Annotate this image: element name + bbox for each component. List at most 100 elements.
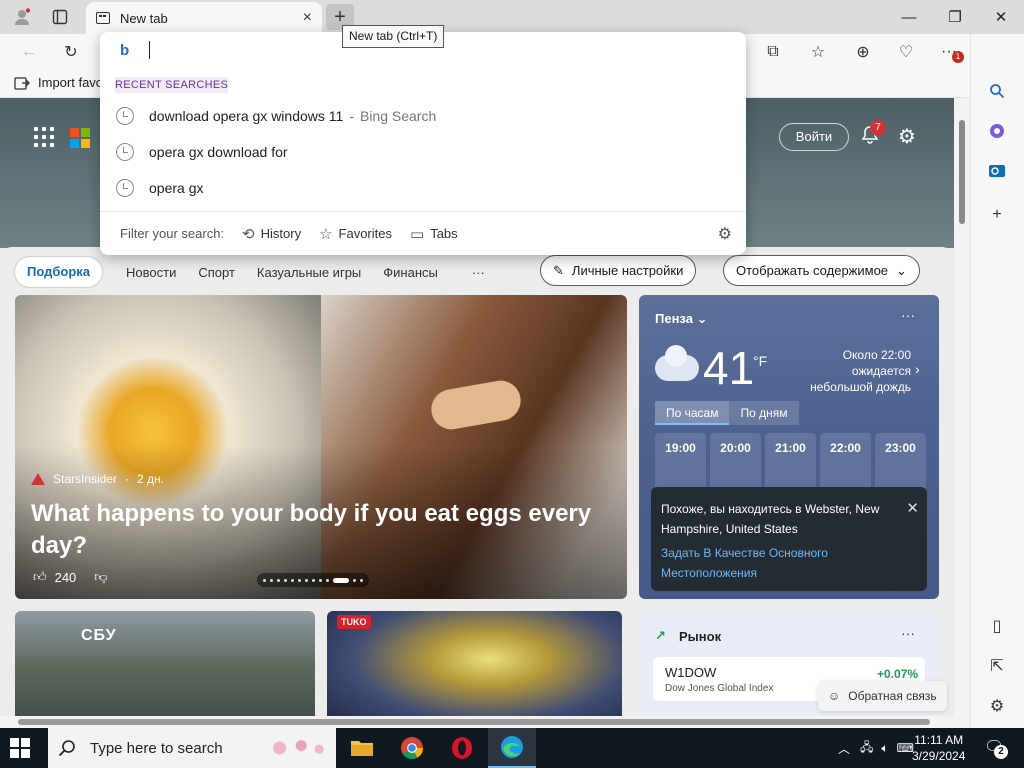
- search-highlight-art: [258, 736, 330, 760]
- edge-icon[interactable]: [488, 728, 536, 768]
- market-name: Dow Jones Global Index: [665, 683, 774, 694]
- hour-slot: 21:00: [765, 433, 816, 491]
- filter-tabs[interactable]: ▭ Tabs: [410, 225, 458, 243]
- weather-tabs: По часам По дням: [655, 401, 799, 425]
- dislike-icon[interactable]: 👎︎: [94, 569, 107, 585]
- recent-searches-header: RECENT SEARCHES: [115, 77, 229, 93]
- suggestion-item[interactable]: opera gx: [100, 170, 746, 206]
- close-icon[interactable]: ✕: [906, 499, 919, 517]
- source-separator: ·: [125, 472, 130, 486]
- title-bar: New tab × + — ❐ ✕: [0, 0, 1024, 34]
- taskbar-clock[interactable]: 11:11 AM 3/29/2024: [912, 732, 965, 764]
- tabs-icon: ▭: [410, 225, 425, 243]
- nav-tab-finance[interactable]: Финансы: [372, 265, 449, 280]
- sidebar-settings-icon[interactable]: ⚙: [982, 691, 1012, 721]
- market-more-button[interactable]: ···: [901, 625, 915, 641]
- refresh-button[interactable]: ↻: [56, 38, 86, 66]
- like-icon[interactable]: 👍︎: [33, 569, 47, 585]
- horizontal-scrollbar[interactable]: [0, 716, 954, 728]
- edge-sidebar: + ▯ ⇱ ⚙: [970, 34, 1024, 728]
- sidebar-toggle-icon[interactable]: ▯: [982, 611, 1012, 641]
- start-button[interactable]: [10, 738, 30, 758]
- chevron-up-icon[interactable]: ︿: [838, 740, 850, 757]
- open-external-icon[interactable]: ⇱: [982, 651, 1012, 681]
- minimize-button[interactable]: —: [886, 4, 932, 30]
- story-actions: 👍︎ 240 👎︎: [33, 569, 108, 585]
- location-popup: Похоже, вы находитесь в Webster, New Ham…: [651, 487, 927, 591]
- profile-icon[interactable]: [8, 4, 36, 30]
- search-icon: [58, 740, 75, 757]
- taskbar-search[interactable]: Type here to search: [48, 728, 336, 768]
- workspaces-icon[interactable]: [46, 4, 74, 30]
- history-icon: ⟲: [242, 225, 255, 243]
- app-launcher-icon[interactable]: [34, 127, 54, 147]
- browser-essentials-button[interactable]: ♡: [891, 38, 921, 66]
- personalize-button[interactable]: ✎ Личные настройки: [540, 255, 697, 286]
- notification-center-icon[interactable]: 🗨︎2: [984, 737, 1008, 759]
- outlook-icon[interactable]: [982, 156, 1012, 186]
- feed-nav: Подборка Новости Спорт Казуальные игры Ф…: [14, 255, 496, 289]
- vertical-scroll-thumb[interactable]: [959, 120, 965, 224]
- feedback-button[interactable]: ☺ Обратная связь: [818, 681, 947, 711]
- chrome-icon[interactable]: [388, 728, 436, 768]
- file-explorer-icon[interactable]: [338, 728, 386, 768]
- search-icon[interactable]: [982, 76, 1012, 106]
- gear-icon[interactable]: ⚙: [718, 224, 732, 244]
- notification-badge: 1: [952, 51, 964, 63]
- back-button[interactable]: ←: [14, 38, 44, 66]
- nav-tab-sport[interactable]: Спорт: [187, 265, 246, 280]
- like-count: 240: [54, 569, 77, 585]
- market-icon: ↗: [655, 628, 666, 643]
- carousel-dots[interactable]: [257, 573, 369, 587]
- story-age: 2 дн.: [137, 472, 165, 486]
- page-settings-icon[interactable]: ⚙: [898, 124, 916, 149]
- show-content-dropdown[interactable]: Отображать содержимое ⌄: [723, 255, 920, 286]
- network-icon[interactable]: 🖧︎: [860, 738, 873, 759]
- search-filter-bar: Filter your search: ⟲ History ☆ Favorites …: [100, 211, 746, 255]
- signin-button[interactable]: Войти: [779, 123, 849, 151]
- nav-more-button[interactable]: ···: [461, 265, 496, 280]
- notification-count: 2: [994, 745, 1008, 759]
- weather-city[interactable]: Пенза ⌄: [655, 311, 707, 327]
- horizontal-scroll-thumb[interactable]: [18, 719, 930, 725]
- import-favorites-label: Import favo: [38, 75, 104, 90]
- office-icon[interactable]: [982, 116, 1012, 146]
- news-card-soldiers[interactable]: СБУ: [15, 611, 315, 716]
- nav-tab-casual-games[interactable]: Казуальные игры: [246, 265, 372, 280]
- maximize-button[interactable]: ❐: [932, 4, 978, 30]
- news-card-anime[interactable]: TUKO: [327, 611, 622, 716]
- tab-new-tab[interactable]: New tab ×: [86, 2, 322, 34]
- card-image-label: СБУ: [81, 627, 117, 644]
- suggestion-item[interactable]: download opera gx windows 11 - Bing Sear…: [100, 98, 746, 134]
- weather-more-button[interactable]: ···: [901, 307, 915, 323]
- tab-hourly[interactable]: По часам: [655, 401, 730, 425]
- personalize-label: Личные настройки: [571, 263, 684, 278]
- import-favorites-button[interactable]: Import favo: [14, 75, 103, 90]
- suggestion-item[interactable]: opera gx download for: [100, 134, 746, 170]
- close-tab-icon[interactable]: ×: [303, 9, 312, 27]
- address-input-caret[interactable]: [149, 41, 150, 59]
- close-window-button[interactable]: ✕: [978, 4, 1024, 30]
- taskbar-search-placeholder: Type here to search: [90, 739, 223, 757]
- filter-history[interactable]: ⟲ History: [242, 225, 301, 243]
- split-screen-button[interactable]: ⧉: [758, 38, 788, 66]
- vertical-scrollbar[interactable]: [954, 98, 970, 716]
- collections-button[interactable]: ⊕: [848, 38, 878, 66]
- hero-story-card[interactable]: StarsInsider · 2 дн. What happens to you…: [15, 295, 627, 599]
- nav-tab-featured[interactable]: Подборка: [14, 256, 104, 288]
- add-sidebar-app-icon[interactable]: +: [982, 200, 1012, 230]
- suggestion-text: download opera gx windows 11: [149, 108, 344, 124]
- nav-tab-news[interactable]: Новости: [115, 265, 187, 280]
- favorites-button[interactable]: ☆: [803, 38, 833, 66]
- history-icon: [116, 179, 134, 197]
- system-tray: ︿ 🖧︎ 🔈︎ ⌨: [838, 728, 914, 768]
- opera-icon[interactable]: [438, 728, 486, 768]
- volume-icon[interactable]: 🔈︎: [881, 741, 888, 756]
- tab-daily[interactable]: По дням: [729, 401, 799, 425]
- set-location-link[interactable]: Задать В Качестве Основного Местоположен…: [661, 543, 887, 583]
- story-title[interactable]: What happens to your body if you eat egg…: [31, 498, 601, 562]
- chevron-right-icon[interactable]: ›: [915, 361, 920, 377]
- hour-slot: 22:00: [820, 433, 871, 491]
- filter-favorites[interactable]: ☆ Favorites: [319, 225, 392, 243]
- market-symbol: W1DOW: [665, 665, 717, 680]
